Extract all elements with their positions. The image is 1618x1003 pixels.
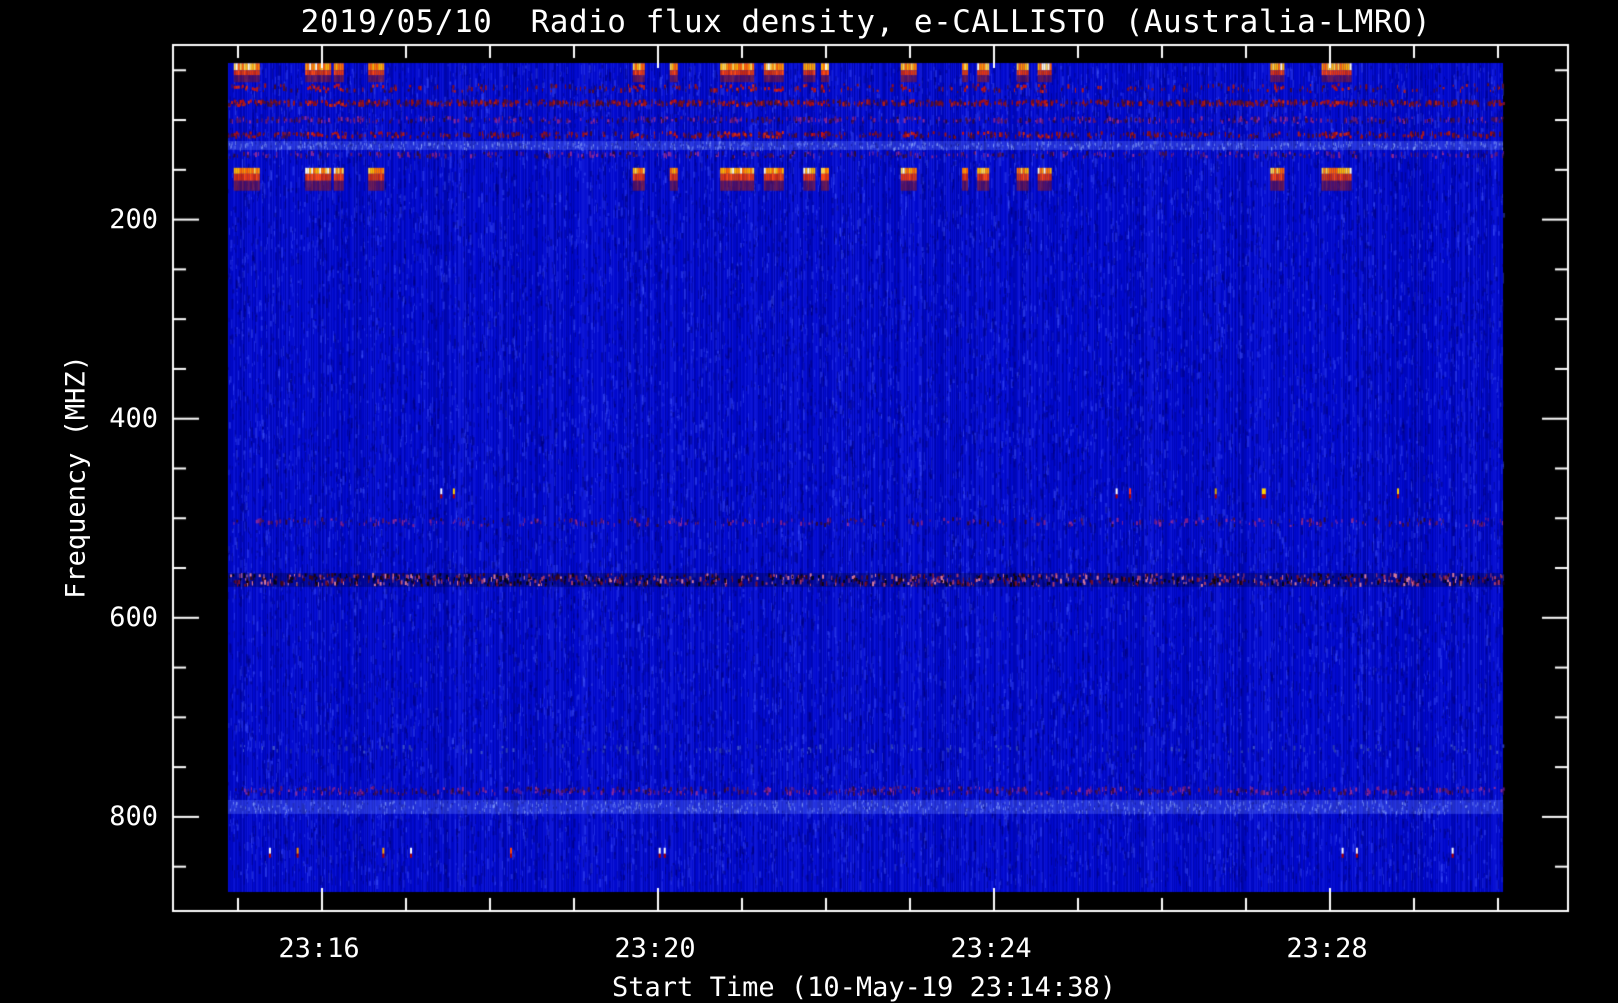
x-tick-label: 23:20	[614, 933, 696, 964]
y-tick-label: 600	[109, 601, 158, 633]
y-tick-label: 400	[109, 402, 158, 434]
spectrogram-canvas	[0, 0, 1618, 1000]
callisto-spectrogram-page: { "title": "2019/05/10 Radio flux densit…	[0, 0, 1618, 1003]
x-axis-title: Start Time (10-May-19 23:14:38)	[612, 972, 1116, 1003]
x-tick-label: 23:16	[278, 933, 360, 964]
y-tick-label: 800	[109, 800, 158, 832]
y-axis-title: Frequency (MHZ)	[60, 355, 92, 599]
y-tick-label: 200	[109, 203, 158, 235]
plot-title: 2019/05/10 Radio flux density, e-CALLIST…	[300, 4, 1432, 40]
x-tick-label: 23:28	[1286, 933, 1368, 964]
x-tick-label: 23:24	[950, 933, 1032, 964]
